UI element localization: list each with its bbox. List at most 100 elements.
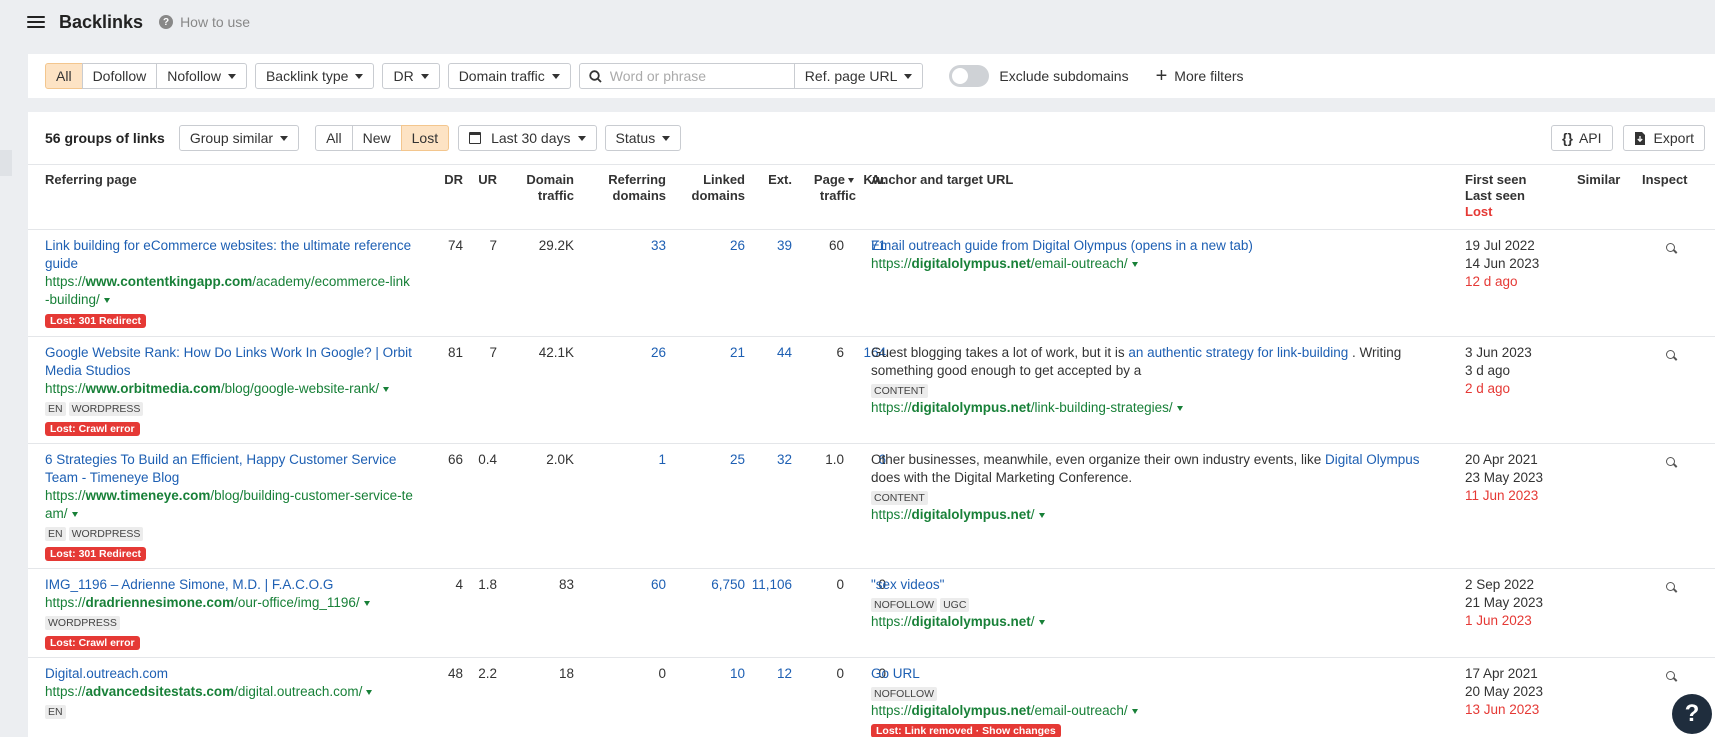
anchor-post: . Writing (1348, 345, 1402, 360)
linked-domains-link[interactable]: 26 (668, 237, 745, 255)
url-prefix: https:// (45, 595, 86, 610)
domain-traffic-value: 83 (558, 577, 574, 592)
help-button[interactable]: ? (1672, 694, 1712, 734)
tab-all[interactable]: All (315, 125, 353, 151)
tab-new[interactable]: New (351, 125, 402, 151)
linked-domains-link[interactable]: 10 (668, 665, 745, 683)
ref-page-url-dropdown[interactable]: Ref. page URL (793, 63, 924, 89)
ext-link[interactable]: 44 (748, 344, 792, 362)
anchor-pre: Other businesses, meanwhile, even organi… (871, 452, 1325, 467)
tag-badge: NOFOLLOW (871, 598, 938, 612)
exclude-subdomains-toggle[interactable] (949, 65, 990, 87)
search-field[interactable] (578, 63, 795, 89)
col-similar[interactable]: Similar (1577, 172, 1620, 188)
linked-domains-link[interactable]: 25 (668, 451, 745, 469)
anchor-link[interactable]: Email outreach guide from Digital Olympu… (871, 237, 1451, 255)
col-ext[interactable]: Ext. (748, 172, 792, 188)
referring-page-title[interactable]: Google Website Rank: How Do Links Work I… (45, 344, 445, 380)
anchor-link[interactable]: Digital Olympus (1325, 452, 1420, 467)
referring-page-title[interactable]: Link building for eCommerce websites: th… (45, 237, 445, 273)
referring-page-url[interactable]: https://dradriennesimone.com/our-office/… (45, 594, 445, 612)
inspect-magnifier-icon[interactable] (1666, 350, 1677, 361)
col-dates[interactable]: First seen Last seen Lost (1465, 172, 1526, 220)
ext-link[interactable]: 12 (748, 665, 792, 683)
group-similar-dropdown[interactable]: Group similar (178, 125, 300, 151)
caret-down-icon[interactable] (1038, 512, 1045, 518)
anchor-link[interactable]: an authentic strategy for link-building (1128, 345, 1348, 360)
referring-page-title[interactable]: Digital.outreach.com (45, 665, 445, 683)
filter-all-button[interactable]: All (45, 63, 83, 89)
api-button[interactable]: {} API (1551, 125, 1613, 151)
linked-domains-link[interactable]: 6,750 (668, 576, 745, 594)
caret-down-icon[interactable] (103, 297, 110, 303)
caret-down-icon[interactable] (1131, 261, 1138, 267)
tab-lost[interactable]: Lost (400, 125, 450, 151)
referring-page-url[interactable]: https://www.orbitmedia.com/blog/google-w… (45, 380, 445, 398)
date-range-dropdown[interactable]: Last 30 days (458, 125, 597, 151)
anchor-context: Guest blogging takes a lot of work, but … (871, 344, 1451, 380)
col-page-traffic[interactable]: Page traffic (798, 172, 856, 204)
inspect-magnifier-icon[interactable] (1666, 457, 1677, 468)
dr-value: 74 (447, 238, 463, 253)
col-referring-domains[interactable]: Referring domains (578, 172, 666, 204)
referring-page-title[interactable]: IMG_1196 – Adrienne Simone, M.D. | F.A.C… (45, 576, 445, 594)
linked-domains-link[interactable]: 21 (668, 344, 745, 362)
caret-down-icon[interactable] (1176, 405, 1183, 411)
target-url[interactable]: https://digitalolympus.net/email-outreac… (871, 255, 1451, 273)
hamburger-menu-icon[interactable] (27, 16, 45, 28)
referring-domains-link[interactable]: 26 (578, 344, 666, 362)
referring-page-url[interactable]: https://www.timeneye.com/blog/building-c… (45, 487, 445, 523)
referring-domains-link[interactable]: 60 (578, 576, 666, 594)
export-button[interactable]: Export (1622, 125, 1705, 151)
caret-down-icon[interactable] (366, 689, 373, 695)
referring-domains-link[interactable]: 33 (578, 237, 666, 255)
more-filters-button[interactable]: + More filters (1156, 66, 1244, 86)
col-referring-page[interactable]: Referring page (45, 172, 137, 188)
sidebar-collapse-tab[interactable] (0, 150, 12, 176)
inspect-magnifier-icon[interactable] (1666, 243, 1677, 254)
tag-badge: CONTENT (871, 491, 928, 505)
caret-down-icon[interactable] (1038, 619, 1045, 625)
col-inspect[interactable]: Inspect (1642, 172, 1688, 188)
filter-dofollow-button[interactable]: Dofollow (81, 63, 158, 89)
url-domain: advancedsitestats.com (85, 684, 235, 699)
dr-dropdown[interactable]: DR (382, 63, 440, 89)
referring-page-title[interactable]: 6 Strategies To Build an Efficient, Happ… (45, 451, 445, 487)
col-anchor[interactable]: Anchor and target URL (871, 172, 1013, 188)
referring-domains-link[interactable]: 1 (578, 451, 666, 469)
title-line1: Google Website Rank: How Do Links Work I… (45, 345, 412, 360)
domain-traffic-dropdown[interactable]: Domain traffic (447, 63, 571, 89)
caret-down-icon[interactable] (1131, 708, 1138, 714)
col-dr[interactable]: DR (441, 172, 463, 188)
inspect-magnifier-icon[interactable] (1666, 582, 1677, 593)
referring-page-url[interactable]: https://www.contentkingapp.com/academy/e… (45, 273, 445, 309)
how-to-use-link[interactable]: ? How to use (159, 14, 250, 30)
ext-link[interactable]: 11,106 (748, 576, 792, 594)
table-row: IMG_1196 – Adrienne Simone, M.D. | F.A.C… (45, 576, 445, 651)
first-seen: 3 Jun 2023 (1465, 345, 1532, 360)
col-linked-domains[interactable]: Linked domains (668, 172, 745, 204)
ext-link[interactable]: 32 (748, 451, 792, 469)
caret-down-icon[interactable] (363, 600, 370, 606)
status-dropdown[interactable]: Status (604, 125, 682, 151)
caret-down-icon[interactable] (71, 511, 78, 517)
chevron-down-icon (355, 73, 364, 79)
target-url[interactable]: https://digitalolympus.net/ (871, 613, 1451, 631)
filter-nofollow-dropdown[interactable]: Nofollow (156, 63, 247, 89)
search-input[interactable] (609, 68, 780, 84)
caret-down-icon[interactable] (383, 386, 390, 392)
target-url[interactable]: https://digitalolympus.net/ (871, 506, 1451, 524)
target-url[interactable]: https://digitalolympus.net/email-outreac… (871, 702, 1451, 720)
target-domain: digitalolympus.net (911, 400, 1031, 415)
referring-page-url[interactable]: https://advancedsitestats.com/digital.ou… (45, 683, 445, 701)
anchor-link[interactable]: Go URL (871, 665, 1451, 683)
backlink-type-dropdown[interactable]: Backlink type (254, 63, 375, 89)
anchor-link[interactable]: "sex videos" (871, 576, 1451, 594)
ext-link[interactable]: 39 (748, 237, 792, 255)
col-domain-traffic[interactable]: Domain traffic (504, 172, 574, 204)
target-url[interactable]: https://digitalolympus.net/link-building… (871, 399, 1451, 417)
link-removed-badge[interactable]: Lost: Link removed · Show changes (871, 724, 1061, 737)
col-ur[interactable]: UR (470, 172, 497, 188)
inspect-magnifier-icon[interactable] (1666, 671, 1677, 682)
group-similar-label: Group similar (189, 130, 274, 146)
